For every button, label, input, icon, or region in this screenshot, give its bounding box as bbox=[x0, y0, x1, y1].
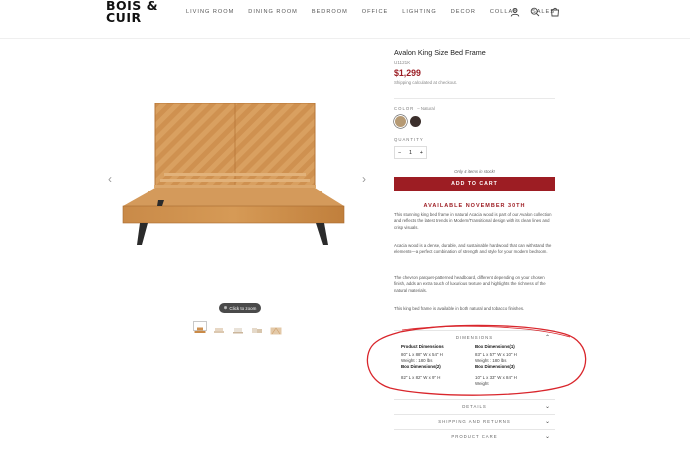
description-paragraph: This stunning king bed frame in natural … bbox=[394, 212, 552, 230]
shipping-note: Shipping calculated at checkout. bbox=[394, 80, 457, 85]
product-sku: U1121K bbox=[394, 60, 411, 65]
accordion-shipping[interactable]: SHIPPING AND RETURNS ⌄ bbox=[394, 414, 555, 428]
description-paragraph: Acacia wood is a dense, durable, and sus… bbox=[394, 243, 552, 255]
thumbnail[interactable] bbox=[231, 321, 245, 334]
nav-bedroom[interactable]: BEDROOM bbox=[312, 9, 348, 15]
search-icon[interactable] bbox=[530, 7, 540, 17]
brand-logo[interactable]: BOIS & CUIR bbox=[106, 0, 158, 24]
cart-icon[interactable] bbox=[550, 7, 560, 17]
swatch-tobacco[interactable] bbox=[410, 116, 421, 127]
quantity-stepper: − 1 + bbox=[394, 146, 427, 159]
qty-value[interactable]: 1 bbox=[409, 150, 412, 156]
stock-note: Only 4 items in stock! bbox=[454, 169, 495, 174]
header-divider bbox=[0, 38, 690, 39]
nav-office[interactable]: OFFICE bbox=[362, 9, 389, 15]
click-to-zoom-button[interactable]: ⊕ Click to zoom bbox=[219, 303, 261, 313]
accordion-care[interactable]: PRODUCT CARE ⌄ bbox=[394, 429, 555, 443]
thumbnail-strip bbox=[193, 321, 283, 335]
qty-plus-button[interactable]: + bbox=[420, 150, 423, 156]
gallery-next-icon[interactable]: › bbox=[362, 172, 366, 186]
account-icon[interactable] bbox=[510, 7, 520, 17]
nav-living-room[interactable]: LIVING ROOM bbox=[186, 9, 234, 15]
thumbnail[interactable] bbox=[193, 321, 207, 333]
description-paragraph: This king bed frame is available in both… bbox=[394, 306, 525, 311]
color-row: COLOR – Natural bbox=[394, 106, 435, 111]
zoom-label: Click to zoom bbox=[229, 305, 257, 311]
chevron-down-icon: ⌄ bbox=[544, 404, 551, 410]
product-title: Avalon King Size Bed Frame bbox=[394, 48, 486, 57]
bed-frame-image[interactable] bbox=[118, 103, 348, 251]
nav-dining-room[interactable]: DINING ROOM bbox=[248, 9, 298, 15]
nav-lighting[interactable]: LIGHTING bbox=[402, 9, 436, 15]
description-paragraph: The chevron parquet-patterned headboard,… bbox=[394, 275, 546, 293]
accordion-details-label: DETAILS bbox=[462, 404, 487, 409]
color-label: COLOR bbox=[394, 106, 415, 111]
color-value: – Natural bbox=[417, 106, 435, 111]
accordion-shipping-label: SHIPPING AND RETURNS bbox=[438, 419, 511, 424]
add-to-cart-button[interactable]: ADD TO CART bbox=[394, 177, 555, 191]
chevron-down-icon: ⌄ bbox=[544, 434, 551, 440]
header-icons bbox=[510, 7, 560, 17]
annotation-ellipse bbox=[366, 324, 587, 396]
accordion-details[interactable]: DETAILS ⌄ bbox=[394, 399, 555, 413]
divider bbox=[394, 98, 555, 99]
thumbnail[interactable] bbox=[269, 321, 283, 335]
thumbnail[interactable] bbox=[212, 321, 226, 333]
thumbnail[interactable] bbox=[250, 321, 264, 333]
qty-minus-button[interactable]: − bbox=[398, 150, 401, 156]
product-price: $1,299 bbox=[394, 68, 421, 78]
swatch-group bbox=[395, 116, 421, 127]
availability-note: AVAILABLE NOVEMBER 30TH bbox=[423, 203, 526, 209]
nav-decor[interactable]: DECOR bbox=[451, 9, 476, 15]
gallery-prev-icon[interactable]: ‹ bbox=[108, 172, 112, 186]
zoom-icon: ⊕ bbox=[223, 305, 228, 310]
logo-line-2: CUIR bbox=[106, 10, 142, 25]
accordion-care-label: PRODUCT CARE bbox=[451, 434, 498, 439]
quantity-label: QUANTITY bbox=[394, 137, 424, 142]
swatch-natural[interactable] bbox=[395, 116, 406, 127]
chevron-down-icon: ⌄ bbox=[544, 419, 551, 425]
